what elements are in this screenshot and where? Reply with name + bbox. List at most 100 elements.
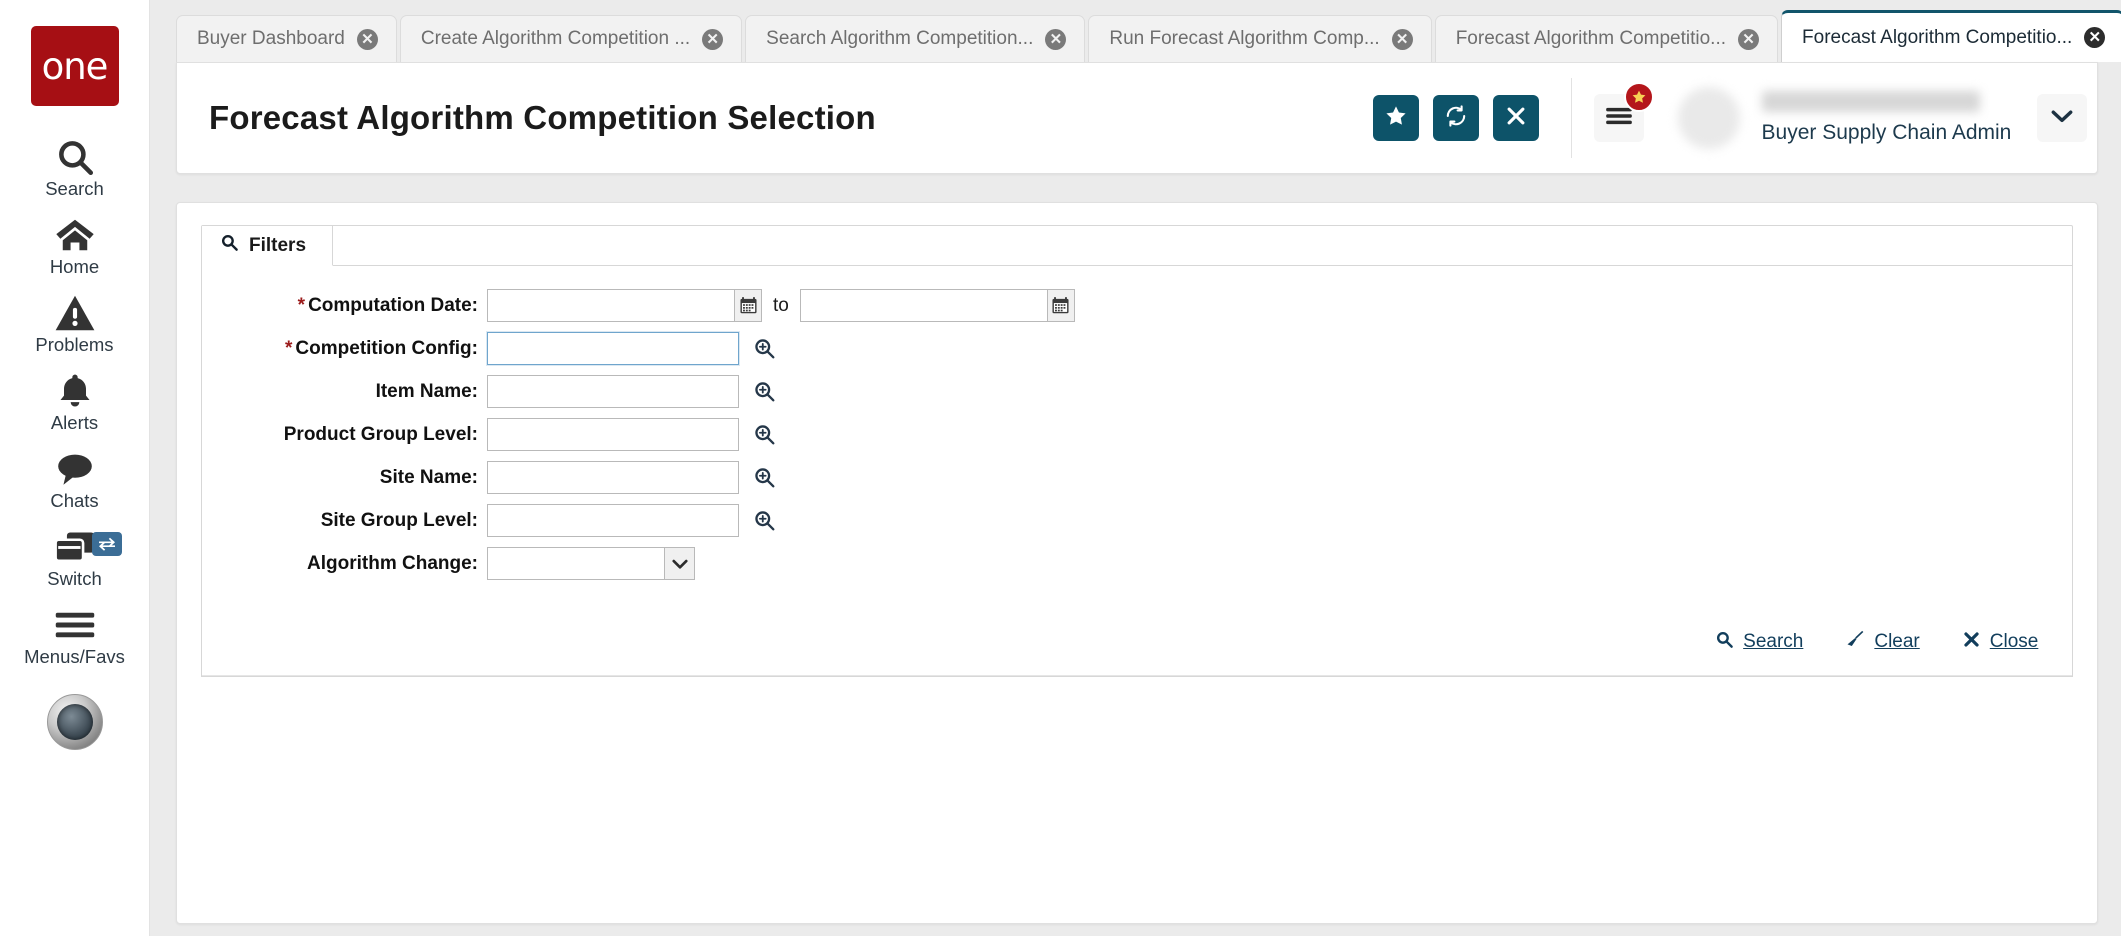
hamburger-icon <box>54 605 96 645</box>
field-row-product-group-level: Product Group Level: <box>202 413 2072 456</box>
chevron-down-icon[interactable] <box>665 547 695 580</box>
calendar-icon[interactable] <box>735 289 762 322</box>
avatar[interactable] <box>1678 87 1740 149</box>
competition-config-input[interactable] <box>487 332 739 365</box>
sidebar-item-label: Home <box>50 256 99 278</box>
main-region: Buyer Dashboard ✕ Create Algorithm Compe… <box>150 0 2121 936</box>
home-icon <box>54 215 96 255</box>
globe-avatar-icon[interactable] <box>47 694 103 750</box>
computation-date-to-input[interactable] <box>800 289 1048 322</box>
page-body: Filters *Computation Date: <box>176 202 2098 924</box>
refresh-icon <box>1444 104 1468 133</box>
tab-forecast-algorithm-competition[interactable]: Forecast Algorithm Competitio... ✕ <box>1435 15 1778 62</box>
page-header: Forecast Algorithm Competition Selection <box>176 62 2098 174</box>
tab-buyer-dashboard[interactable]: Buyer Dashboard ✕ <box>176 15 397 62</box>
tab-close-icon[interactable]: ✕ <box>2084 27 2105 48</box>
page-title: Forecast Algorithm Competition Selection <box>209 99 876 137</box>
sidebar-item-chats[interactable]: Chats <box>0 440 150 518</box>
tab-close-icon[interactable]: ✕ <box>1045 29 1066 50</box>
tab-close-icon[interactable]: ✕ <box>357 29 378 50</box>
one-network-logo[interactable]: one <box>31 26 119 106</box>
windows-stack-icon <box>54 527 96 567</box>
tab-search-algorithm-competition[interactable]: Search Algorithm Competition... ✕ <box>745 15 1085 62</box>
star-badge-icon <box>1624 82 1654 112</box>
lookup-search-icon[interactable] <box>749 377 779 407</box>
field-label-algorithm-change: Algorithm Change: <box>202 553 487 575</box>
field-row-item-name: Item Name: <box>202 370 2072 413</box>
logo-text: one <box>42 45 108 88</box>
tab-close-icon[interactable]: ✕ <box>702 29 723 50</box>
lookup-search-icon[interactable] <box>749 420 779 450</box>
sidebar-item-home[interactable]: Home <box>0 206 150 284</box>
bell-icon <box>55 371 95 411</box>
site-name-input[interactable] <box>487 461 739 494</box>
search-button-label: Search <box>1743 631 1803 653</box>
search-icon <box>54 137 96 177</box>
computation-date-from-input[interactable] <box>487 289 735 322</box>
menu-favorites-button[interactable] <box>1594 94 1644 142</box>
sidebar-item-label: Chats <box>50 490 98 512</box>
user-menu-dropdown-button[interactable] <box>2037 94 2087 142</box>
search-button[interactable]: Search <box>1715 630 1803 655</box>
tab-create-algorithm-competition[interactable]: Create Algorithm Competition ... ✕ <box>400 15 742 62</box>
product-group-level-input[interactable] <box>487 418 739 451</box>
tab-label: Search Algorithm Competition... <box>766 28 1033 50</box>
tab-label: Forecast Algorithm Competitio... <box>1802 27 2072 49</box>
field-label-competition-config: *Competition Config: <box>202 338 487 360</box>
swap-arrows-icon[interactable] <box>92 532 122 556</box>
required-marker: * <box>298 295 305 316</box>
close-page-button[interactable] <box>1493 95 1539 141</box>
filters-form: *Computation Date: <box>202 266 2072 603</box>
field-label-item-name: Item Name: <box>202 381 487 403</box>
tab-forecast-algorithm-competition-selection[interactable]: Forecast Algorithm Competitio... ✕ <box>1781 10 2121 62</box>
hamburger-menu-icon <box>1605 106 1633 131</box>
tab-label: Forecast Algorithm Competitio... <box>1456 28 1726 50</box>
field-label-product-group-level: Product Group Level: <box>202 424 487 446</box>
user-name <box>1762 91 1980 112</box>
sidebar-item-switch[interactable]: Switch <box>0 518 150 596</box>
clear-button[interactable]: Clear <box>1845 629 1919 655</box>
application-window: one Search Home <box>0 0 2121 936</box>
broom-icon <box>1845 629 1865 655</box>
favorite-button[interactable] <box>1373 95 1419 141</box>
browser-tab-strip: Buyer Dashboard ✕ Create Algorithm Compe… <box>150 0 2121 62</box>
site-group-level-input[interactable] <box>487 504 739 537</box>
close-button[interactable]: Close <box>1962 630 2039 655</box>
item-name-input[interactable] <box>487 375 739 408</box>
sidebar-item-label: Alerts <box>51 412 98 434</box>
sidebar-item-alerts[interactable]: Alerts <box>0 362 150 440</box>
tab-run-forecast-algorithm-competition[interactable]: Run Forecast Algorithm Comp... ✕ <box>1088 15 1431 62</box>
refresh-button[interactable] <box>1433 95 1479 141</box>
tab-label: Buyer Dashboard <box>197 28 345 50</box>
sidebar-item-label: Menus/Favs <box>24 646 125 668</box>
field-row-competition-config: *Competition Config: <box>202 327 2072 370</box>
sidebar-item-label: Problems <box>35 334 113 356</box>
tab-filters[interactable]: Filters <box>202 226 333 266</box>
page-header-actions <box>1373 95 1549 141</box>
field-row-site-name: Site Name: <box>202 456 2072 499</box>
field-row-algorithm-change: Algorithm Change: <box>202 542 2072 585</box>
sidebar-item-search[interactable]: Search <box>0 128 150 206</box>
close-x-icon <box>1962 630 1981 655</box>
required-marker: * <box>285 338 292 359</box>
filters-panel-actions: Search Clear <box>202 603 2072 676</box>
clear-button-label: Clear <box>1874 631 1919 653</box>
filters-panel-tabstrip: Filters <box>202 226 2072 266</box>
tab-close-icon[interactable]: ✕ <box>1738 29 1759 50</box>
chat-bubble-icon <box>54 449 96 489</box>
search-icon <box>220 233 239 258</box>
header-divider <box>1571 78 1572 158</box>
chevron-down-icon <box>2049 107 2075 130</box>
field-row-computation-date: *Computation Date: <box>202 284 2072 327</box>
lookup-search-icon[interactable] <box>749 463 779 493</box>
tab-close-icon[interactable]: ✕ <box>1392 29 1413 50</box>
lookup-search-icon[interactable] <box>749 506 779 536</box>
sidebar-item-menus-favs[interactable]: Menus/Favs <box>0 596 150 674</box>
calendar-icon[interactable] <box>1048 289 1075 322</box>
algorithm-change-value[interactable] <box>487 547 665 580</box>
lookup-search-icon[interactable] <box>749 334 779 364</box>
algorithm-change-select[interactable] <box>487 547 695 580</box>
sidebar-item-problems[interactable]: Problems <box>0 284 150 362</box>
tab-label: Filters <box>249 235 306 257</box>
warning-triangle-icon <box>54 293 96 333</box>
